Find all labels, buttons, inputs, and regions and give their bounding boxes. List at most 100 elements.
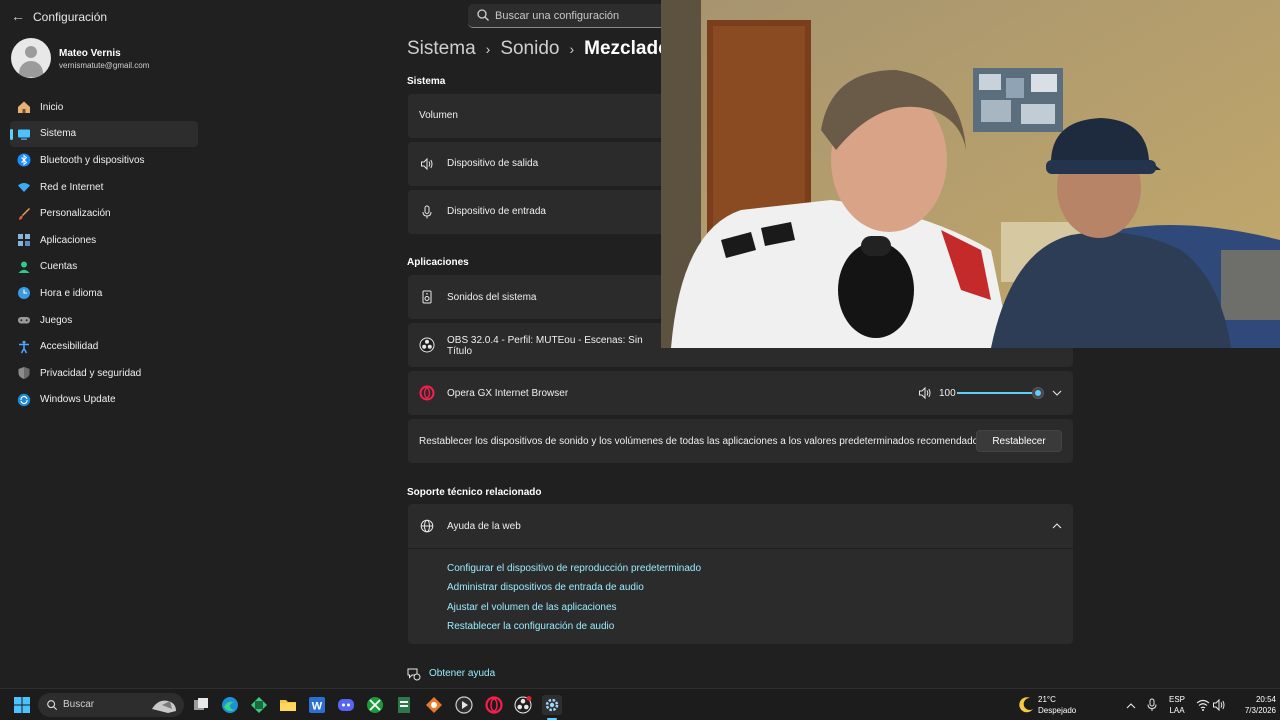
sidebar-item-label: Personalización: [40, 208, 111, 220]
sidebar-item-label: Inicio: [40, 101, 64, 113]
wifi-icon[interactable]: [1196, 698, 1210, 712]
settings-gear-icon[interactable]: [542, 695, 562, 715]
apps-icon: [16, 232, 32, 248]
discord-icon[interactable]: [336, 695, 356, 715]
language-top[interactable]: ESP: [1166, 695, 1188, 704]
media-player-icon[interactable]: [454, 695, 474, 715]
file-app-icon[interactable]: [394, 695, 414, 715]
volume-slider-thumb[interactable]: [1033, 388, 1043, 398]
chevron-up-icon[interactable]: [1051, 519, 1063, 533]
sidebar-item-windows-update[interactable]: Windows Update: [10, 387, 198, 414]
user-email: vernismatute@gmail.com: [59, 61, 150, 70]
system-sounds-label: Sonidos del sistema: [447, 292, 537, 303]
avatar[interactable]: [11, 38, 51, 78]
xbox-icon[interactable]: [365, 695, 385, 715]
sidebar-item-bluetooth[interactable]: Bluetooth y dispositivos: [10, 147, 198, 174]
link-reset-audio[interactable]: Restablecer la configuración de audio: [447, 621, 614, 632]
section-title-aplicaciones: Aplicaciones: [407, 257, 469, 268]
gamepad-icon: [16, 312, 32, 328]
get-help-link[interactable]: Obtener ayuda: [429, 668, 495, 679]
search-box[interactable]: [468, 4, 668, 28]
home-icon: [16, 99, 32, 115]
studio-app-icon[interactable]: [424, 695, 444, 715]
sidebar-item-label: Bluetooth y dispositivos: [40, 154, 145, 166]
link-app-volume[interactable]: Ajustar el volumen de las aplicaciones: [447, 602, 617, 613]
webcam-overlay: [661, 0, 1280, 348]
sidebar-item-aplicaciones[interactable]: Aplicaciones: [10, 227, 198, 254]
volume-slider-fill: [957, 392, 1041, 394]
sidebar-item-sistema[interactable]: Sistema: [10, 120, 198, 148]
section-title-sistema: Sistema: [407, 76, 446, 87]
task-view-icon[interactable]: [191, 695, 211, 715]
chevron-right-icon: ›: [485, 41, 491, 57]
bluetooth-icon: [16, 152, 32, 168]
sidebar-item-hora[interactable]: Hora e idioma: [10, 280, 198, 307]
search-icon: [47, 700, 58, 711]
weather-temp: 21°C: [1038, 695, 1056, 704]
account-icon: [16, 259, 32, 275]
speaker-icon[interactable]: [1212, 698, 1226, 712]
word-icon[interactable]: W: [307, 695, 327, 715]
search-highlight-icon: [152, 700, 176, 713]
sidebar-item-accesibilidad[interactable]: Accesibilidad: [10, 333, 198, 360]
link-default-playback[interactable]: Configurar el dispositivo de reproducció…: [447, 563, 701, 574]
help-web-header[interactable]: Ayuda de la web: [408, 504, 1073, 548]
opera-gx-icon: [419, 385, 435, 401]
sidebar-item-cuentas[interactable]: Cuentas: [10, 254, 198, 281]
sidebar-nav: Inicio Sistema Bluetooth y dispositivos …: [10, 94, 198, 413]
chevron-up-icon[interactable]: [1125, 699, 1137, 711]
speaker-icon[interactable]: [918, 386, 932, 400]
reset-button[interactable]: Restablecer: [976, 430, 1062, 452]
chevron-right-icon: ›: [569, 41, 575, 57]
output-device-label: Dispositivo de salida: [447, 158, 539, 169]
obs-icon[interactable]: [513, 695, 533, 715]
microphone-icon: [419, 204, 435, 220]
sidebar-item-juegos[interactable]: Juegos: [10, 307, 198, 334]
opera-gx-icon[interactable]: [484, 695, 504, 715]
opera-volume-value: 100: [939, 388, 956, 399]
breadcrumb-sistema[interactable]: Sistema: [407, 38, 476, 60]
weather-desc: Despejado: [1038, 706, 1077, 715]
section-title-soporte: Soporte técnico relacionado: [407, 487, 542, 498]
sidebar-item-label: Sistema: [40, 128, 77, 140]
clock-time[interactable]: 20:54: [1232, 695, 1276, 704]
language-bottom[interactable]: LAA: [1166, 706, 1188, 715]
webcam-video-frame: [661, 0, 1280, 348]
speaker-icon: [419, 156, 435, 172]
sidebar-item-label: Juegos: [40, 314, 73, 326]
user-name: Mateo Vernis: [59, 48, 121, 59]
taskbar-search-label: Buscar: [63, 699, 95, 710]
reset-description: Restablecer los dispositivos de sonido y…: [419, 436, 984, 447]
windows-start-icon[interactable]: [12, 695, 32, 715]
taskbar-search[interactable]: Buscar: [38, 693, 184, 717]
microphone-icon[interactable]: [1146, 698, 1158, 712]
wifi-icon: [16, 179, 32, 195]
update-icon: [16, 392, 32, 408]
sidebar-item-red[interactable]: Red e Internet: [10, 174, 198, 201]
brush-icon: [16, 206, 32, 222]
opera-app-row[interactable]: Opera GX Internet Browser 100: [408, 371, 1073, 415]
shield-icon: [16, 365, 32, 381]
search-input[interactable]: [495, 7, 660, 25]
file-explorer-icon[interactable]: [278, 695, 298, 715]
input-device-label: Dispositivo de entrada: [447, 206, 546, 217]
system-sounds-icon: [419, 289, 435, 305]
clock-date[interactable]: 7/3/2026: [1232, 706, 1276, 715]
globe-icon: [419, 518, 435, 534]
volume-label: Volumen: [419, 110, 458, 121]
edge-icon[interactable]: [220, 695, 240, 715]
chevron-down-icon[interactable]: [1051, 386, 1063, 400]
moon-weather-icon[interactable]: [1016, 695, 1036, 715]
link-manage-input[interactable]: Administrar dispositivos de entrada de a…: [447, 582, 644, 593]
taskbar: Buscar W 21°C Despejado ESP LAA 20:54 7/…: [0, 688, 1280, 720]
breadcrumb-sonido[interactable]: Sonido: [500, 38, 559, 60]
sidebar-item-privacidad[interactable]: Privacidad y seguridad: [10, 360, 198, 387]
back-arrow-icon[interactable]: ←: [8, 6, 28, 26]
opera-app-label: Opera GX Internet Browser: [447, 388, 569, 399]
sidebar-item-inicio[interactable]: Inicio: [10, 94, 198, 121]
system-icon: [16, 126, 32, 142]
widget-app-icon[interactable]: [249, 695, 269, 715]
sidebar-item-label: Accesibilidad: [40, 341, 99, 353]
search-icon: [477, 9, 489, 21]
sidebar-item-personalizacion[interactable]: Personalización: [10, 200, 198, 227]
